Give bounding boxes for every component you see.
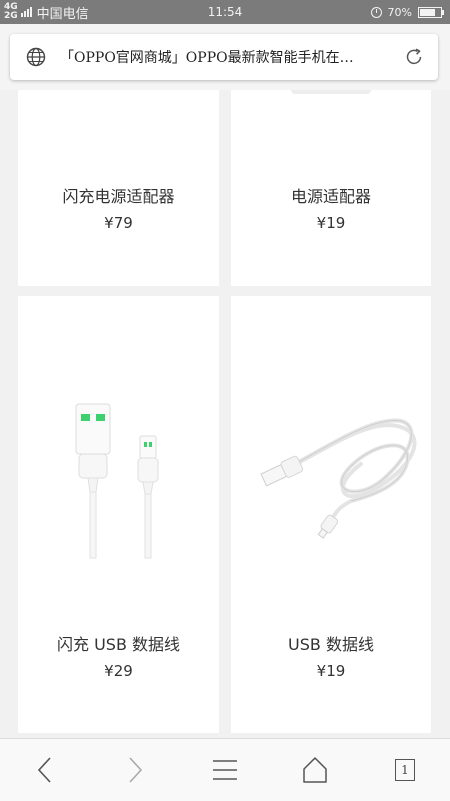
globe-icon [26, 47, 46, 67]
product-card[interactable]: USB 数据线 ¥19 [231, 296, 431, 733]
home-button[interactable] [270, 739, 360, 801]
product-name: USB 数据线 [288, 635, 374, 654]
product-name: 闪充 USB 数据线 [56, 635, 181, 654]
product-name: 电源适配器 [290, 187, 371, 206]
product-grid: 闪充电源适配器 ¥79 电源适配器 ¥19 闪充 USB 数据线 ¥29 USB… [0, 90, 450, 738]
battery-icon [418, 6, 444, 18]
alarm-icon [370, 6, 382, 18]
page-title[interactable]: 「OPPO官网商城」OPPO最新款智能手机在… [60, 48, 400, 68]
product-image-edge [291, 90, 371, 94]
status-right: 70% [370, 0, 444, 24]
tab-count: 1 [395, 759, 415, 781]
browser-toolbar: 「OPPO官网商城」OPPO最新款智能手机在… [0, 24, 450, 90]
product-price: ¥29 [104, 662, 133, 680]
product-name: 闪充电源适配器 [62, 187, 175, 206]
bottom-nav: 1 [0, 738, 450, 801]
back-button[interactable] [0, 739, 90, 801]
home-icon [303, 757, 327, 783]
back-icon [37, 757, 51, 783]
product-price: ¥79 [104, 214, 133, 232]
refresh-icon[interactable] [404, 47, 424, 67]
forward-icon [129, 757, 143, 783]
status-bar: 4G 2G 中国电信 11:54 70% [0, 0, 450, 24]
product-price: ¥19 [316, 662, 346, 680]
address-bar[interactable]: 「OPPO官网商城」OPPO最新款智能手机在… [10, 34, 438, 80]
product-image-usb-cable [260, 418, 417, 539]
menu-button[interactable] [180, 739, 270, 801]
product-card[interactable]: 闪充电源适配器 ¥79 [18, 90, 219, 286]
product-card[interactable]: 电源适配器 ¥19 [231, 90, 431, 286]
battery-percent: 70% [387, 5, 412, 19]
menu-icon [213, 760, 237, 780]
product-image-flash-usb-cable [75, 403, 159, 559]
forward-button[interactable] [90, 739, 180, 801]
product-card[interactable]: 闪充 USB 数据线 ¥29 [18, 296, 219, 733]
tabs-button[interactable]: 1 [360, 739, 450, 801]
product-price: ¥19 [316, 214, 346, 232]
